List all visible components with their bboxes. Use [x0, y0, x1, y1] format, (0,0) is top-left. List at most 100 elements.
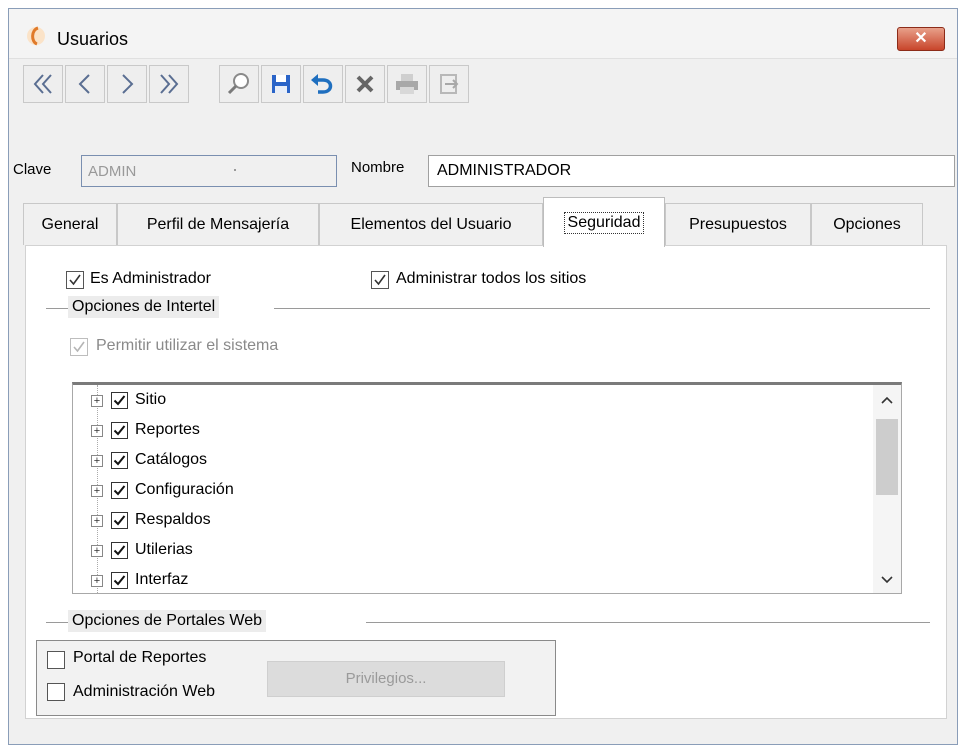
permitir-sistema-label: Permitir utilizar el sistema: [96, 337, 279, 354]
expand-plus-icon[interactable]: +: [91, 485, 103, 497]
app-logo-icon: [27, 26, 45, 46]
permissions-tree[interactable]: + Sitio + Reportes + Catálogos + Configu…: [72, 382, 902, 594]
checkmark-icon: [113, 455, 126, 466]
tree-item-interfaz[interactable]: + Interfaz: [73, 567, 863, 593]
usuarios-window: Usuarios ✕ Clave ADMIN Nombre ADMINISTRA…: [8, 8, 958, 745]
checkmark-icon: [113, 395, 126, 406]
portal-reportes-checkbox[interactable]: [47, 651, 65, 669]
checkmark-icon: [73, 341, 85, 353]
administracion-web-checkbox[interactable]: [47, 683, 65, 701]
last-record-button[interactable]: [149, 65, 189, 103]
clave-field[interactable]: ADMIN: [81, 155, 337, 187]
next-record-button[interactable]: [107, 65, 147, 103]
checkmark-icon: [69, 274, 81, 286]
printer-icon: [396, 74, 418, 94]
tab-general[interactable]: General: [23, 203, 117, 245]
save-button[interactable]: [261, 65, 301, 103]
tree-checkbox[interactable]: [111, 392, 128, 409]
web-group-title: Opciones de Portales Web: [68, 610, 267, 632]
checkmark-icon: [113, 545, 126, 556]
tab-general-label: General: [41, 215, 99, 233]
tab-perfil-mensajeria-label: Perfil de Mensajería: [146, 215, 290, 233]
tree-checkbox[interactable]: [111, 512, 128, 529]
undo-button[interactable]: [303, 65, 343, 103]
previous-record-button[interactable]: [65, 65, 105, 103]
nombre-label: Nombre: [351, 159, 405, 176]
administracion-web-label: Administración Web: [73, 683, 215, 700]
tree-item-label: Sitio: [135, 391, 167, 408]
expand-plus-icon[interactable]: +: [91, 455, 103, 467]
intertel-group-title: Opciones de Intertel: [68, 296, 220, 318]
administrar-sitios-label: Administrar todos los sitios: [396, 270, 587, 287]
tree-checkbox[interactable]: [111, 542, 128, 559]
tab-presupuestos[interactable]: Presupuestos: [665, 203, 811, 245]
es-administrador-label: Es Administrador: [90, 270, 211, 287]
title-bar: Usuarios ✕: [9, 9, 957, 59]
tab-seguridad[interactable]: Seguridad: [543, 197, 665, 247]
double-chevron-left-icon: [33, 74, 52, 94]
undo-arrow-icon: [311, 74, 333, 94]
nombre-field[interactable]: ADMINISTRADOR: [428, 155, 955, 187]
tree-checkbox[interactable]: [111, 452, 128, 469]
tree-item-label: Utilerias: [135, 541, 193, 558]
tree-item-label: Catálogos: [135, 451, 208, 468]
tree-item-reportes[interactable]: + Reportes: [73, 417, 863, 445]
magnifier-icon: [227, 73, 249, 95]
clave-label: Clave: [13, 161, 52, 178]
administrar-sitios-checkbox[interactable]: [371, 271, 389, 289]
tab-elementos-usuario[interactable]: Elementos del Usuario: [319, 203, 543, 245]
tab-opciones-label: Opciones: [833, 215, 901, 233]
portales-web-box: Portal de Reportes Administración Web Pr…: [36, 640, 556, 716]
close-button[interactable]: ✕: [897, 27, 945, 51]
tree-item-sitio[interactable]: + Sitio: [73, 387, 863, 415]
intertel-group-line-right: [274, 308, 930, 309]
tree-item-respaldos[interactable]: + Respaldos: [73, 507, 863, 535]
tree-item-utilerias[interactable]: + Utilerias: [73, 537, 863, 565]
print-button[interactable]: [387, 65, 427, 103]
checkmark-icon: [374, 274, 386, 286]
delete-button[interactable]: [345, 65, 385, 103]
privilegios-button[interactable]: Privilegios...: [267, 661, 505, 697]
expand-plus-icon[interactable]: +: [91, 395, 103, 407]
scroll-thumb[interactable]: [876, 419, 898, 495]
clave-field-dot: [234, 169, 236, 171]
tree-checkbox[interactable]: [111, 572, 128, 589]
chevron-left-icon: [78, 74, 90, 94]
first-record-button[interactable]: [23, 65, 63, 103]
web-group-line-right: [366, 622, 930, 623]
tree-checkbox[interactable]: [111, 482, 128, 499]
tree-scrollbar[interactable]: [873, 385, 901, 593]
tree-item-label: Interfaz: [135, 571, 189, 588]
tree-item-label: Reportes: [135, 421, 200, 438]
checkmark-icon: [113, 515, 126, 526]
window-title: Usuarios: [57, 29, 129, 49]
tree-item-label: Configuración: [135, 481, 234, 498]
es-administrador-checkbox[interactable]: [66, 271, 84, 289]
checkmark-icon: [113, 485, 126, 496]
tab-elementos-usuario-label: Elementos del Usuario: [350, 215, 512, 233]
expand-plus-icon[interactable]: +: [91, 545, 103, 557]
search-button[interactable]: [219, 65, 259, 103]
floppy-disk-icon: [272, 75, 290, 93]
tab-presupuestos-label: Presupuestos: [689, 215, 787, 233]
tree-item-catalogos[interactable]: + Catálogos: [73, 447, 863, 475]
expand-plus-icon[interactable]: +: [91, 425, 103, 437]
exit-arrow-icon: [440, 74, 459, 94]
chevron-right-icon: [122, 74, 134, 94]
tree-item-configuracion[interactable]: + Configuración: [73, 477, 863, 505]
checkmark-icon: [113, 575, 126, 586]
expand-plus-icon[interactable]: +: [91, 515, 103, 527]
portal-reportes-label: Portal de Reportes: [73, 649, 207, 666]
exit-button[interactable]: [429, 65, 469, 103]
tab-opciones[interactable]: Opciones: [811, 203, 923, 245]
tab-seguridad-label: Seguridad: [563, 211, 645, 234]
expand-plus-icon[interactable]: +: [91, 575, 103, 587]
scroll-down-arrow-icon[interactable]: [873, 567, 901, 591]
tree-checkbox[interactable]: [111, 422, 128, 439]
seguridad-panel: Es Administrador Administrar todos los s…: [25, 245, 947, 719]
permitir-sistema-checkbox[interactable]: [70, 338, 88, 356]
tree-item-label: Respaldos: [135, 511, 211, 528]
x-icon: [356, 75, 374, 93]
scroll-up-arrow-icon[interactable]: [873, 387, 901, 411]
tab-perfil-mensajeria[interactable]: Perfil de Mensajería: [117, 203, 319, 245]
